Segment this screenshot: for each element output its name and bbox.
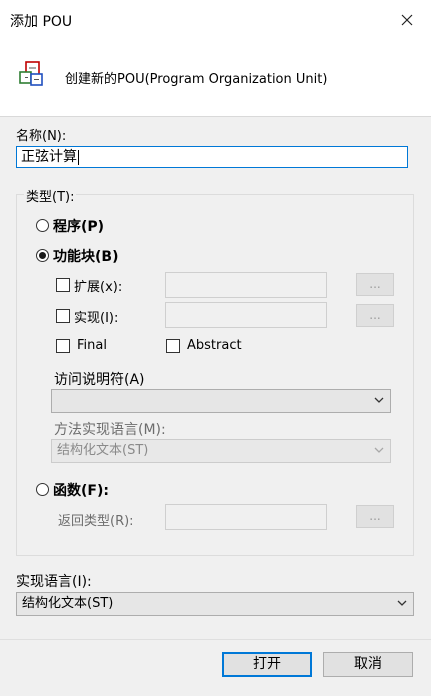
chevron-down-icon <box>374 447 384 453</box>
close-icon <box>401 14 413 26</box>
chevron-down-icon <box>397 600 407 606</box>
return-type-browse-button[interactable]: ... <box>356 505 394 528</box>
text-caret <box>78 149 79 165</box>
cancel-button[interactable]: 取消 <box>323 652 413 677</box>
name-input[interactable]: 正弦计算 <box>16 146 408 168</box>
implements-browse-button[interactable]: ... <box>356 304 394 327</box>
extends-input[interactable] <box>165 272 327 298</box>
method-language-value: 结构化文本(ST) <box>57 443 149 458</box>
method-language-select[interactable]: 结构化文本(ST) <box>51 439 391 463</box>
function-radio[interactable] <box>36 483 49 496</box>
function-block-radio-label[interactable]: 功能块(B) <box>53 246 118 266</box>
header-description: 创建新的POU(Program Organization Unit) <box>65 72 328 87</box>
access-specifier-select[interactable] <box>51 389 391 413</box>
method-language-label: 方法实现语言(M): <box>54 422 166 438</box>
abstract-label[interactable]: Abstract <box>187 338 242 353</box>
implementation-language-value: 结构化文本(ST) <box>22 596 114 611</box>
implements-checkbox[interactable] <box>56 309 70 323</box>
implementation-language-label: 实现语言(I): <box>16 574 92 590</box>
implements-label[interactable]: 实现(I): <box>74 307 118 326</box>
function-radio-label[interactable]: 函数(F): <box>53 480 109 500</box>
name-label: 名称(N): <box>16 129 67 144</box>
implements-input[interactable] <box>165 302 327 328</box>
program-radio-label[interactable]: 程序(P) <box>53 216 104 236</box>
open-button[interactable]: 打开 <box>222 652 312 677</box>
close-button[interactable] <box>392 6 422 34</box>
extends-browse-button[interactable]: ... <box>356 273 394 296</box>
final-label[interactable]: Final <box>77 338 107 353</box>
function-block-radio[interactable] <box>36 249 49 262</box>
chevron-down-icon <box>374 397 384 403</box>
access-specifier-label: 访问说明符(A) <box>54 372 145 388</box>
return-type-label: 返回类型(R): <box>58 514 134 529</box>
extends-checkbox[interactable] <box>56 278 70 292</box>
implementation-language-select[interactable]: 结构化文本(ST) <box>16 592 414 616</box>
name-input-value: 正弦计算 <box>21 149 77 165</box>
type-group-label: 类型(T): <box>24 186 77 205</box>
program-radio[interactable] <box>36 219 49 232</box>
pou-icon <box>17 60 47 90</box>
final-checkbox[interactable] <box>56 339 70 353</box>
return-type-input[interactable] <box>165 504 327 530</box>
abstract-checkbox[interactable] <box>166 339 180 353</box>
window-title: 添加 POU <box>10 14 73 30</box>
extends-label[interactable]: 扩展(x): <box>74 276 122 295</box>
